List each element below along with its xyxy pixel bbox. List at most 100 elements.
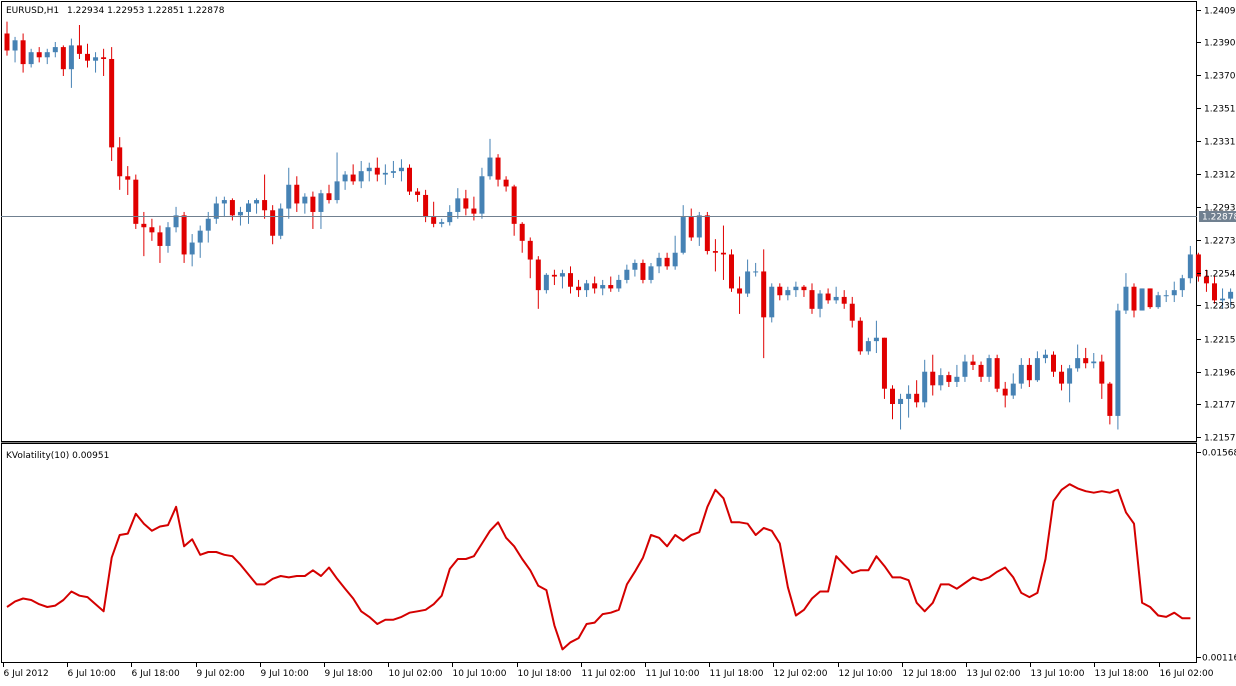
time-tick-label: 13 Jul 02:00 xyxy=(967,669,1021,679)
candle-body xyxy=(61,47,66,69)
time-tick-label: 10 Jul 18:00 xyxy=(518,669,572,679)
candle-body xyxy=(528,241,533,260)
candle-body xyxy=(810,290,815,309)
candle-body xyxy=(584,283,589,290)
price-tick-label: 1.24090 xyxy=(1204,7,1236,17)
candle-body xyxy=(753,271,758,272)
candle-body xyxy=(673,253,678,267)
candle-body xyxy=(536,260,541,291)
price-tick-label: 1.21770 xyxy=(1204,401,1236,411)
time-tick-label: 9 Jul 10:00 xyxy=(261,669,310,679)
candle-body xyxy=(375,168,380,175)
candle-body xyxy=(898,399,903,404)
candle-body xyxy=(922,372,927,403)
volatility-line xyxy=(7,484,1190,649)
candle-body xyxy=(552,275,557,277)
candle-body xyxy=(1164,295,1169,296)
indicator-pane-frame xyxy=(2,444,1197,663)
candle-body xyxy=(721,253,726,255)
candle-body xyxy=(1107,384,1112,416)
candle-body xyxy=(793,287,798,290)
candles-layer xyxy=(5,22,1236,430)
candle-body xyxy=(21,40,26,64)
candle-body xyxy=(13,40,18,50)
candle-body xyxy=(1075,358,1080,368)
candle-body xyxy=(938,375,943,385)
candle-body xyxy=(463,198,468,208)
price-tick-label: 1.22735 xyxy=(1204,237,1236,247)
price-tick-label: 1.23510 xyxy=(1204,105,1236,115)
candle-body xyxy=(254,200,259,203)
candle-body xyxy=(383,173,388,175)
time-tick-label: 11 Jul 02:00 xyxy=(582,669,636,679)
candle-body xyxy=(850,304,855,321)
price-tick-label: 1.22350 xyxy=(1204,302,1236,312)
price-tick-label: 1.21575 xyxy=(1204,434,1236,444)
candle-body xyxy=(842,297,847,304)
candle-body xyxy=(785,290,790,295)
candle-body xyxy=(149,227,154,232)
candle-body xyxy=(592,283,597,288)
candle-body xyxy=(335,181,340,200)
candle-body xyxy=(624,270,629,280)
time-tick-label: 12 Jul 02:00 xyxy=(774,669,828,679)
candle-body xyxy=(1156,295,1161,307)
candle-body xyxy=(53,47,58,52)
candle-body xyxy=(471,209,476,214)
candle-body xyxy=(1067,368,1072,383)
time-tick-label: 13 Jul 10:00 xyxy=(1031,669,1085,679)
candle-body xyxy=(399,168,404,171)
candle-body xyxy=(1132,287,1137,311)
candle-body xyxy=(439,222,444,224)
candle-body xyxy=(77,45,82,53)
candle-body xyxy=(230,200,235,215)
candle-body xyxy=(954,377,959,382)
candle-body xyxy=(182,215,187,254)
candle-body xyxy=(544,275,549,290)
candle-body xyxy=(488,158,493,177)
time-tick-label: 6 Jul 18:00 xyxy=(132,669,181,679)
symbol-caption: EURUSD,H1 xyxy=(6,6,59,16)
candle-body xyxy=(246,203,251,211)
time-tick-label: 10 Jul 10:00 xyxy=(453,669,507,679)
candle-body xyxy=(1123,287,1128,311)
candle-body xyxy=(69,45,74,69)
candle-body xyxy=(729,254,734,288)
candle-body xyxy=(632,263,637,270)
candle-body xyxy=(238,212,243,215)
candle-body xyxy=(979,365,984,377)
candle-body xyxy=(93,57,98,60)
candle-body xyxy=(713,251,718,253)
candle-body xyxy=(141,224,146,227)
candle-body xyxy=(415,192,420,195)
candle-body xyxy=(1091,362,1096,364)
candle-body xyxy=(1043,355,1048,358)
price-tick-label: 1.22540 xyxy=(1204,270,1236,280)
candle-body xyxy=(689,217,694,237)
volatility-caption: KVolatility(10) 0.00951 xyxy=(6,451,109,461)
candle-body xyxy=(1019,365,1024,384)
candle-body xyxy=(737,288,742,293)
candle-body xyxy=(45,52,50,57)
candle-body xyxy=(359,171,364,181)
candle-body xyxy=(616,280,621,288)
candle-body xyxy=(37,52,42,57)
candle-body xyxy=(818,294,823,309)
candle-body xyxy=(157,232,162,246)
candle-body xyxy=(174,215,179,227)
time-tick-label: 12 Jul 10:00 xyxy=(839,669,893,679)
candle-body xyxy=(1035,358,1040,380)
candle-body xyxy=(85,54,90,61)
price-tick-label: 1.23315 xyxy=(1204,138,1236,148)
ohlc-caption: 1.22934 1.22953 1.22851 1.22878 xyxy=(67,6,225,16)
time-tick-label: 11 Jul 10:00 xyxy=(646,669,700,679)
candle-body xyxy=(761,271,766,317)
time-tick-label: 11 Jul 18:00 xyxy=(710,669,764,679)
candle-body xyxy=(769,287,774,318)
candle-body xyxy=(866,341,871,351)
price-axis: 1.240901.239001.237051.235101.233151.231… xyxy=(1197,7,1236,444)
price-tick-label: 1.22155 xyxy=(1204,336,1236,346)
candle-body xyxy=(270,210,275,235)
price-tick-label: 1.23125 xyxy=(1204,171,1236,181)
chart-canvas[interactable]: 1.240901.239001.237051.235101.233151.231… xyxy=(0,0,1236,682)
